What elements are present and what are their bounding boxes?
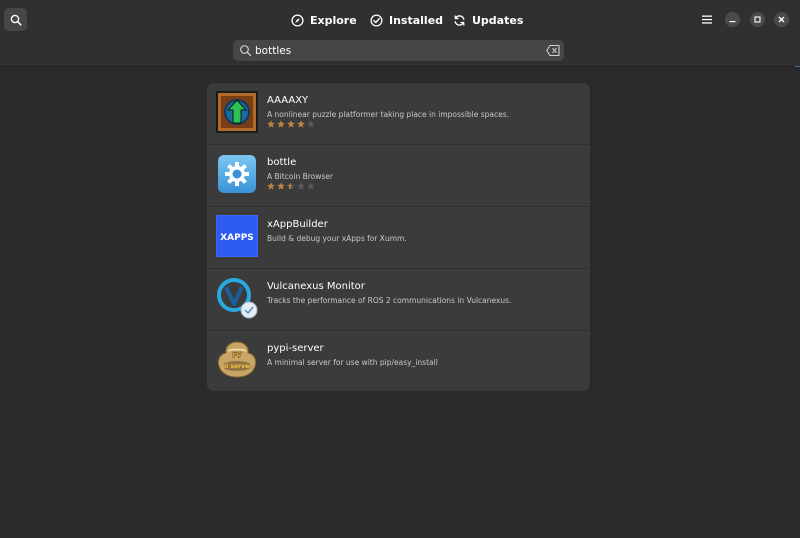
star-icon [297,182,305,190]
list-item[interactable]: XAPPS xAppBuilder Build & debug your xAp… [207,207,590,268]
list-item[interactable]: bottle A Bitcoin Browser [207,145,590,206]
list-item[interactable]: AAAAXY A nonlinear puzzle platformer tak… [207,83,590,144]
star-rating [267,182,315,191]
clear-search-icon[interactable] [546,44,560,57]
star-icon [287,182,295,190]
aaaaxy-arrow-icon [216,91,258,133]
software-window: Explore Installed Updates bottles AAAAXY… [0,0,800,538]
star-icon [307,120,315,128]
xapps-logo-text: XAPPS [220,233,254,243]
search-input[interactable] [255,40,535,61]
app-name: Vulcanexus Monitor [267,281,365,292]
star-icon [277,182,285,190]
app-description: A Bitcoin Browser [267,172,334,181]
list-item[interactable]: Vulcanexus Monitor Tracks the performanc… [207,269,590,330]
compass-icon [291,13,304,27]
app-description: Tracks the performance of ROS 2 communic… [267,296,512,305]
xapps-logo-icon: XAPPS [216,215,258,257]
star-icon [267,182,275,190]
close-icon [778,16,785,23]
search-entry [233,40,564,61]
bottle-gear-icon [218,155,256,193]
hamburger-menu-icon [702,15,712,24]
svg-text:py: py [232,350,242,358]
app-name: xAppBuilder [267,219,328,230]
star-icon [287,120,295,128]
tab-explore[interactable]: Explore [291,11,357,29]
star-icon [267,120,275,128]
check-circle-icon [370,13,383,27]
search-icon [240,45,252,57]
app-name: AAAAXY [267,95,309,106]
star-icon [277,120,285,128]
tab-installed-label: Installed [389,13,444,27]
star-icon [297,120,305,128]
pypi-server-logo-icon: py pi server [217,341,257,378]
app-description: Build & debug your xApps for Xumm. [267,234,407,243]
vulcanexus-logo-icon [217,278,258,319]
tab-updates[interactable]: Updates [453,11,523,29]
search-results-list: AAAAXY A nonlinear puzzle platformer tak… [207,83,590,391]
maximize-icon [754,16,761,23]
header-bar: Explore Installed Updates [0,0,800,38]
view-switcher: Explore Installed Updates [0,0,800,38]
app-name: bottle [267,157,297,168]
search-results-area: AAAAXY A nonlinear puzzle platformer tak… [0,67,800,538]
minimize-icon [729,21,736,23]
main-menu-button[interactable] [699,11,715,27]
minimize-button[interactable] [725,12,740,27]
search-bar [0,38,800,67]
list-item[interactable]: py pi server pypi-server A minimal serve… [207,331,590,391]
star-rating [267,120,315,129]
tab-installed[interactable]: Installed [370,11,443,29]
maximize-button[interactable] [750,12,765,27]
app-name: pypi-server [267,343,324,354]
star-icon [307,182,315,190]
tab-explore-label: Explore [310,13,357,27]
tab-updates-label: Updates [472,13,524,27]
close-button[interactable] [774,12,789,27]
app-description: A nonlinear puzzle platformer taking pla… [267,110,510,119]
app-description: A minimal server for use with pip/easy_i… [267,358,438,367]
refresh-icon [454,14,465,26]
svg-text:pi server: pi server [222,363,252,370]
